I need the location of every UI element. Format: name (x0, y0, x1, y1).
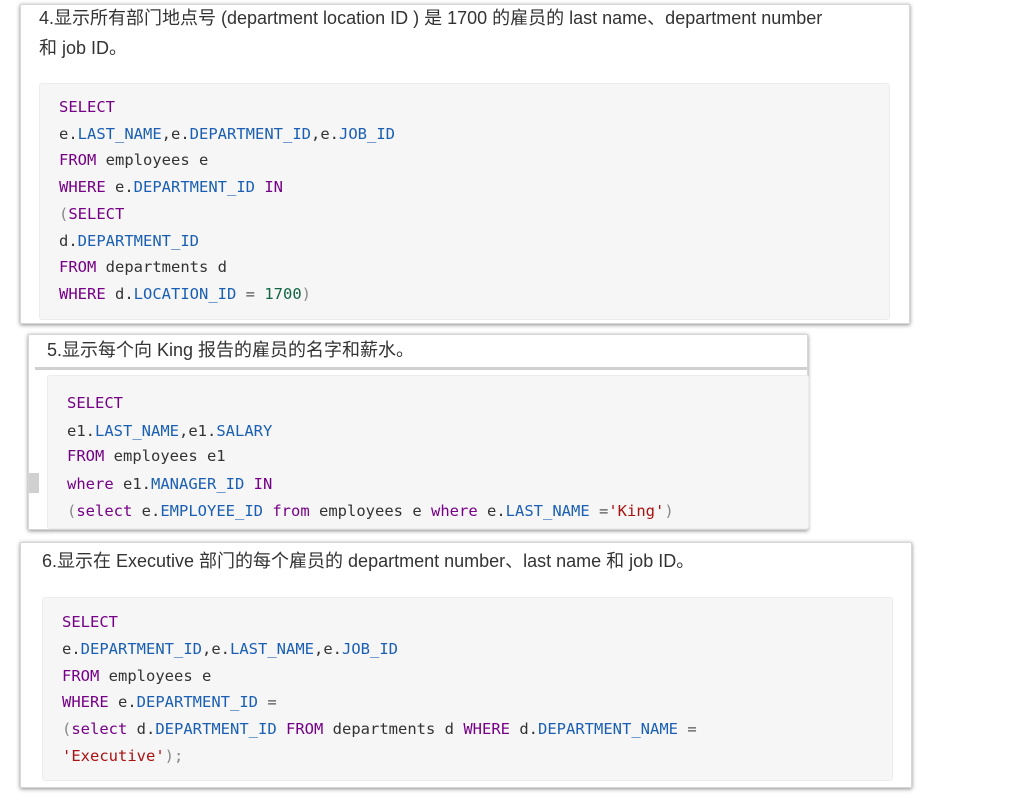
divider (29, 473, 39, 493)
question-6-text: 6.显示在 Executive 部门的每个雇员的 department numb… (42, 551, 695, 571)
question-4-text-line1: 4.显示所有部门地点号 (department location ID ) 是 … (39, 8, 823, 28)
code-line: FROM departments d (59, 258, 227, 276)
code-line: SELECT (67, 394, 123, 412)
code-line: where e1.MANAGER_ID IN (67, 475, 273, 493)
code-block-5: SELECT e1.LAST_NAME,e1.SALARY FROM emplo… (47, 375, 809, 529)
code-line: SELECT (62, 613, 118, 631)
code-line: (select d.DEPARTMENT_ID FROM departments… (62, 720, 697, 738)
code-line: (SELECT (59, 205, 125, 223)
divider (35, 367, 807, 370)
question-card-6: 6.显示在 Executive 部门的每个雇员的 department numb… (20, 542, 912, 788)
code-line: WHERE e.DEPARTMENT_ID IN (59, 178, 284, 196)
code-line: FROM employees e (59, 151, 209, 169)
code-line: e.DEPARTMENT_ID,e.LAST_NAME,e.JOB_ID (62, 640, 398, 658)
code-line: e.LAST_NAME,e.DEPARTMENT_ID,e.JOB_ID (59, 125, 395, 143)
code-line: FROM employees e (62, 667, 212, 685)
code-line: SELECT (59, 98, 115, 116)
code-line: d.DEPARTMENT_ID (59, 232, 199, 250)
question-card-5: 5.显示每个向 King 报告的雇员的名字和薪水。 SELECT e1.LAST… (28, 334, 809, 530)
code-block-6: SELECT e.DEPARTMENT_ID,e.LAST_NAME,e.JOB… (42, 597, 893, 781)
code-line: FROM employees e1 (67, 447, 226, 465)
code-line: WHERE d.LOCATION_ID = 1700) (59, 285, 311, 303)
code-block-4: SELECT e.LAST_NAME,e.DEPARTMENT_ID,e.JOB… (39, 83, 890, 320)
code-line: e1.LAST_NAME,e1.SALARY (67, 422, 273, 440)
code-line: WHERE e.DEPARTMENT_ID = (62, 693, 277, 711)
question-card-4: 4.显示所有部门地点号 (department location ID ) 是 … (20, 4, 910, 324)
question-5-text: 5.显示每个向 King 报告的雇员的名字和薪水。 (47, 340, 415, 360)
code-line: 'Executive'); (62, 747, 184, 765)
question-4-text-line2: 和 job ID。 (39, 38, 128, 58)
code-line: (select e.EMPLOYEE_ID from employees e w… (67, 502, 674, 520)
